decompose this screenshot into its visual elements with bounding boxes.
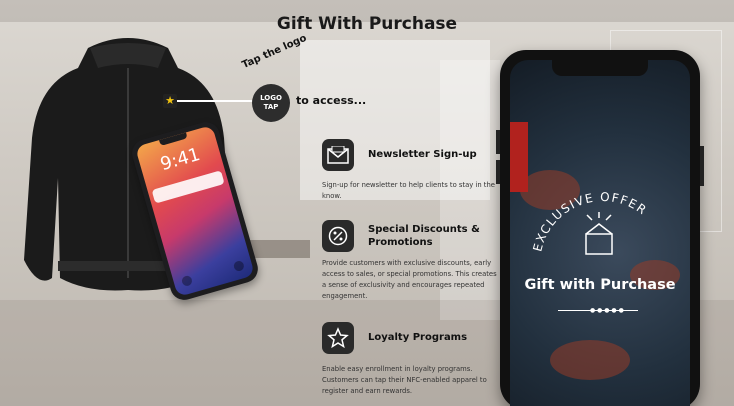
texture-spot (550, 340, 630, 380)
feature-title: Special Discounts & Promotions (368, 224, 480, 248)
slide: Gift With Purchase ★ Tap the logo LOGO T… (0, 0, 734, 406)
feature-desc: Provide customers with exclusive discoun… (322, 259, 497, 300)
offer-headline: Gift with Purchase (524, 277, 676, 293)
connector-line (172, 100, 252, 102)
logo-tap-badge[interactable]: LOGO TAP (252, 84, 290, 122)
feature-desc: Sign-up for newsletter to help clients t… (322, 181, 495, 200)
arc-text: EXCLUSIVE OFFER (530, 190, 648, 253)
to-access-text: to access... (296, 94, 367, 107)
large-phone: Gift with Purchase ● ● ● ● ● EXCLUSIVE O… (496, 50, 704, 406)
volume-button (496, 130, 500, 154)
volume-button (496, 160, 500, 184)
logo-tap-line2: TAP (263, 103, 279, 111)
exclusive-offer-arc: EXCLUSIVE OFFER (530, 190, 650, 255)
power-button (700, 146, 704, 186)
flashlight-icon[interactable] (180, 274, 194, 288)
discount-icon (322, 220, 354, 252)
newsletter-icon (322, 139, 354, 171)
nfc-star-badge[interactable]: ★ (163, 94, 177, 108)
tap-the-logo-text: Tap the logo (240, 32, 309, 71)
logo-tap-line1: LOGO (260, 94, 282, 102)
feature-title: Loyalty Programs (368, 332, 468, 343)
camera-icon[interactable] (232, 259, 246, 273)
feature-desc: Enable easy enrollment in loyalty progra… (322, 365, 487, 395)
phone-notch (552, 60, 648, 76)
star-icon (322, 322, 354, 354)
svg-text:EXCLUSIVE OFFER: EXCLUSIVE OFFER (530, 190, 650, 253)
feature-title: Newsletter Sign-up (368, 149, 477, 160)
pager-dots: ● ● ● ● ● (590, 307, 624, 314)
